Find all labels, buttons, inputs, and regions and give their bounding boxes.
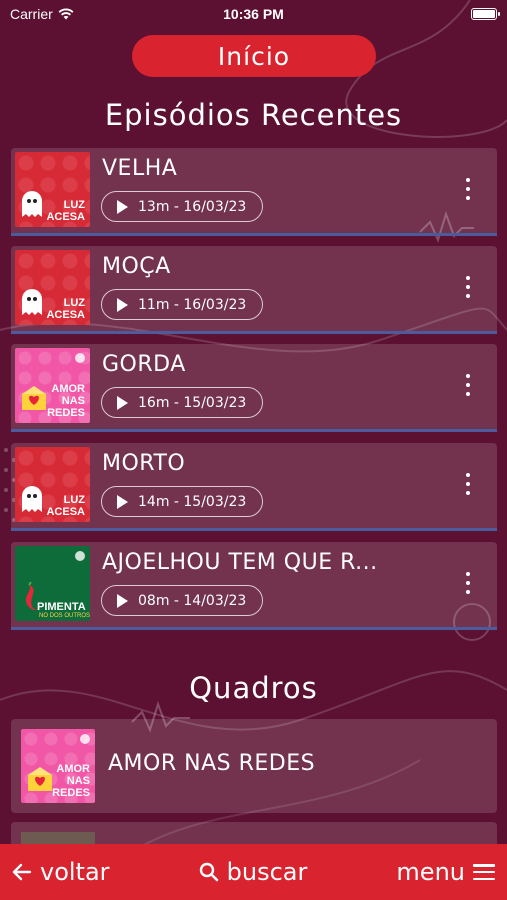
- ghost-icon: [22, 486, 42, 512]
- back-label: voltar: [40, 858, 110, 886]
- episode-thumbnail: LUZ ACESA: [15, 152, 90, 227]
- battery-icon: [470, 8, 500, 20]
- episode-thumbnail: PIMENTA NO DOS OUTROS: [15, 546, 90, 621]
- episode-title: MOÇA: [102, 254, 171, 279]
- ghost-icon: [22, 191, 42, 217]
- play-icon: [117, 297, 128, 312]
- more-vertical-icon[interactable]: [465, 572, 471, 594]
- episode-meta: 08m - 14/03/23: [138, 592, 247, 609]
- episode-thumbnail: LUZ ACESA: [15, 250, 90, 325]
- episode-title: MORTO: [102, 451, 186, 476]
- episode-title: VELHA: [102, 156, 178, 181]
- envelope-heart-icon: [22, 386, 46, 410]
- home-title-button[interactable]: Início: [132, 35, 376, 77]
- bottom-navigation: voltar buscar menu: [0, 844, 507, 900]
- quadro-card[interactable]: AMOR NAS REDES AMOR NAS REDES: [11, 719, 497, 813]
- episode-card[interactable]: LUZ ACESA MORTO 14m - 15/03/23: [11, 443, 497, 531]
- status-time: 10:36 PM: [223, 6, 284, 22]
- episode-meta: 13m - 16/03/23: [138, 198, 247, 215]
- arrow-left-icon: [12, 863, 32, 881]
- episode-thumbnail: AMOR NAS REDES: [15, 348, 90, 423]
- back-button[interactable]: voltar: [12, 858, 110, 886]
- episode-title: GORDA: [102, 352, 186, 377]
- quadros-heading: Quadros: [189, 671, 318, 705]
- more-vertical-icon[interactable]: [465, 374, 471, 396]
- menu-button[interactable]: menu: [396, 858, 495, 886]
- play-icon: [117, 199, 128, 214]
- search-button[interactable]: buscar: [199, 858, 308, 886]
- play-button[interactable]: 13m - 16/03/23: [101, 191, 263, 222]
- episode-meta: 11m - 16/03/23: [138, 296, 247, 313]
- more-vertical-icon[interactable]: [465, 473, 471, 495]
- home-title: Início: [217, 41, 291, 71]
- envelope-heart-icon: [28, 767, 52, 791]
- hamburger-icon: [473, 864, 495, 880]
- wifi-icon: [58, 8, 74, 20]
- play-icon: [117, 593, 128, 608]
- episode-card[interactable]: AMOR NAS REDES GORDA 16m - 15/03/23: [11, 344, 497, 432]
- play-icon: [117, 494, 128, 509]
- episode-card[interactable]: LUZ ACESA VELHA 13m - 16/03/23: [11, 148, 497, 236]
- recent-episodes-heading: Episódios Recentes: [104, 98, 403, 132]
- quadro-title: AMOR NAS REDES: [108, 751, 316, 776]
- play-button[interactable]: 11m - 16/03/23: [101, 289, 263, 320]
- episode-card[interactable]: PIMENTA NO DOS OUTROS AJOELHOU TEM QUE R…: [11, 542, 497, 630]
- play-button[interactable]: 08m - 14/03/23: [101, 585, 263, 616]
- menu-label: menu: [396, 858, 465, 886]
- more-vertical-icon[interactable]: [465, 178, 471, 200]
- status-bar: Carrier 10:36 PM: [0, 0, 507, 28]
- search-icon: [199, 862, 218, 882]
- play-icon: [117, 395, 128, 410]
- quadro-thumbnail: AMOR NAS REDES: [21, 729, 95, 803]
- episode-meta: 14m - 15/03/23: [138, 493, 247, 510]
- more-vertical-icon[interactable]: [465, 276, 471, 298]
- play-button[interactable]: 16m - 15/03/23: [101, 387, 263, 418]
- carrier-label: Carrier: [10, 6, 53, 22]
- episode-meta: 16m - 15/03/23: [138, 394, 247, 411]
- pepper-icon: [26, 582, 37, 611]
- episode-title: AJOELHOU TEM QUE R...: [102, 550, 378, 575]
- play-button[interactable]: 14m - 15/03/23: [101, 486, 263, 517]
- search-label: buscar: [226, 858, 308, 886]
- episode-thumbnail: LUZ ACESA: [15, 447, 90, 522]
- episode-card[interactable]: LUZ ACESA MOÇA 11m - 16/03/23: [11, 246, 497, 334]
- ghost-icon: [22, 289, 42, 315]
